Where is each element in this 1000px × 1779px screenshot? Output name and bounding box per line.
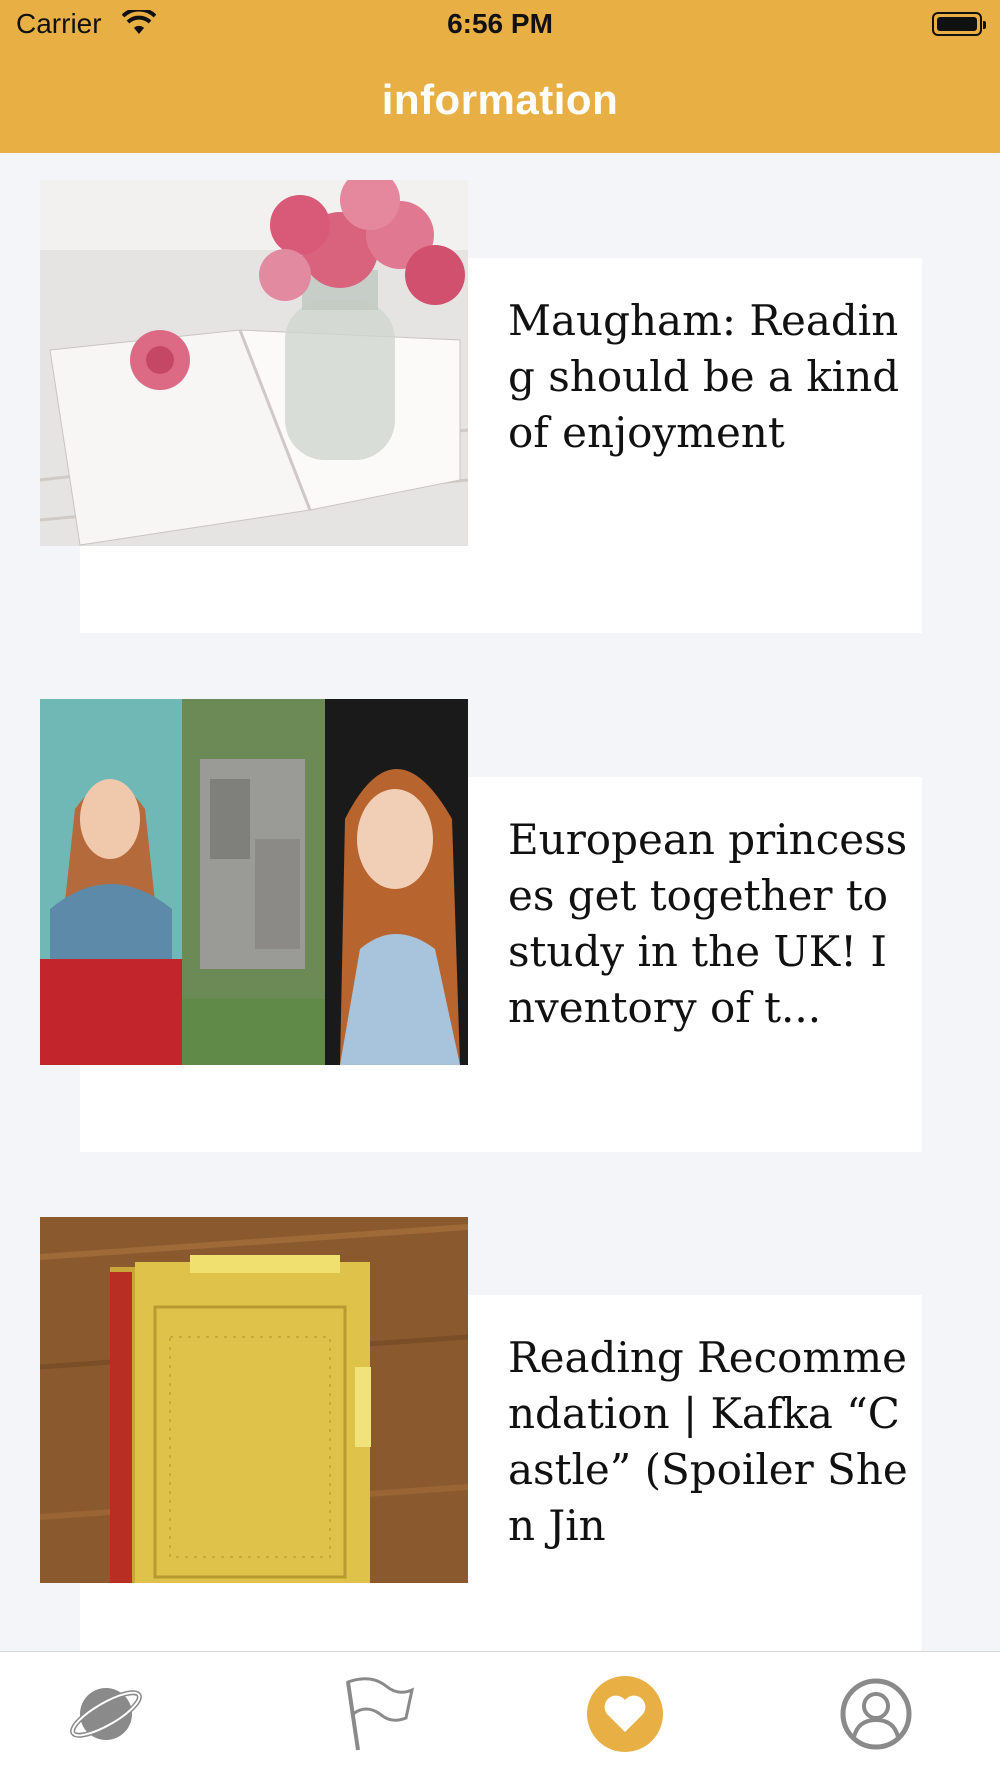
article-title: European princesses get together to stud… [508,815,908,1032]
tab-profile[interactable] [836,1674,916,1754]
article-card[interactable]: European princesses get together to stud… [0,672,1000,1152]
article-card[interactable]: Maugham: Reading should be a kind of enj… [0,153,1000,633]
article-title: Maugham: Reading should be a kind of enj… [508,296,900,457]
heart-icon [587,1676,663,1752]
planet-icon [70,1688,142,1740]
article-thumbnail [40,699,468,1065]
tab-favorites[interactable] [585,1674,665,1754]
status-time: 6:56 PM [447,8,553,39]
status-bar: Carrier 6:56 PM [0,0,1000,50]
article-list[interactable]: Maugham: Reading should be a kind of enj… [0,153,1000,1651]
user-icon [840,1678,912,1750]
battery-icon [932,12,986,36]
tab-bar [0,1651,1000,1779]
navigation-header: Carrier 6:56 PM information [0,0,1000,153]
article-title: Reading Recommendation | Kafka “Castle” … [508,1333,908,1550]
tab-flag[interactable] [336,1674,416,1754]
tab-discover[interactable] [66,1674,146,1754]
flag-icon [346,1677,415,1751]
article-thumbnail [40,1217,468,1583]
article-thumbnail [40,180,468,546]
page-title: information [381,76,619,123]
article-card[interactable]: Reading Recommendation | Kafka “Castle” … [0,1190,1000,1651]
